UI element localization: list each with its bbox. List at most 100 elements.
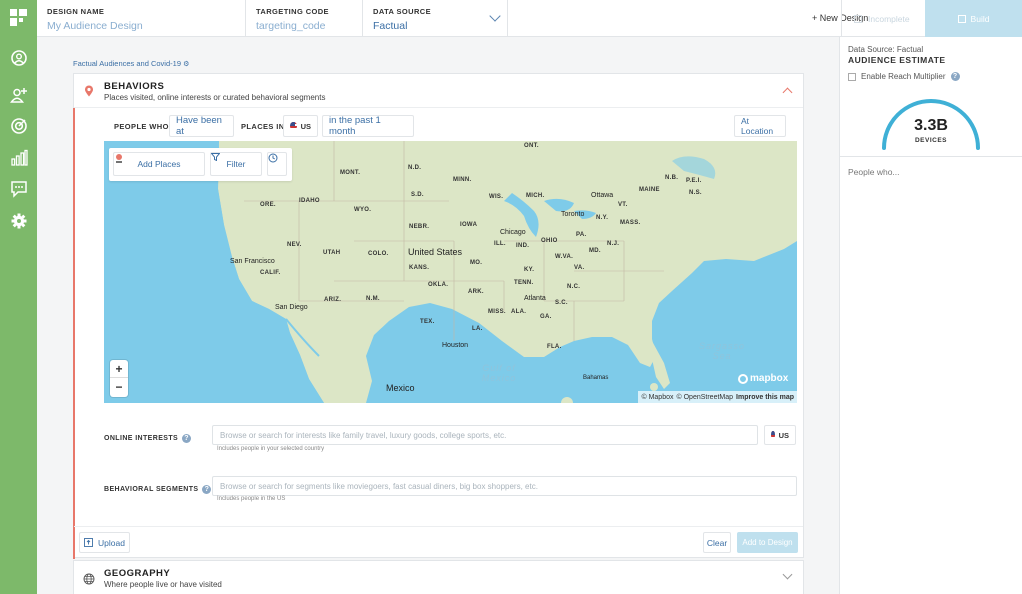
- breadcrumb-text[interactable]: Factual Audiences and Covid-19: [73, 59, 181, 68]
- map-label-pa: PA.: [576, 232, 587, 238]
- mapbox-logo[interactable]: mapbox: [738, 373, 788, 384]
- map-controls: Add Places Filter: [109, 148, 292, 181]
- data-source-value: Factual: [373, 20, 408, 32]
- chevron-up-icon[interactable]: [782, 87, 793, 98]
- map-label-mont: MONT.: [340, 170, 361, 176]
- chart-icon[interactable]: [9, 148, 28, 167]
- checkbox-icon: [854, 14, 862, 23]
- map-label-miss: MISS.: [488, 309, 506, 315]
- places-map[interactable]: ONT. MONT. N.D. MINN. WIS. MICH. S.D. WY…: [104, 141, 797, 403]
- clock-icon: [268, 153, 278, 163]
- map-sea-sargasso: Sargasso Sea: [698, 341, 746, 361]
- build-button[interactable]: Build: [925, 0, 1022, 37]
- help-icon[interactable]: ?: [950, 72, 960, 81]
- add-place-icon: [116, 154, 122, 163]
- attribution-mapbox-link[interactable]: © Mapbox: [641, 394, 673, 401]
- reach-multiplier-checkbox[interactable]: [848, 72, 856, 81]
- help-icon[interactable]: ?: [182, 434, 192, 443]
- map-attribution: © Mapbox © OpenStreetMap Improve this ma…: [638, 391, 797, 403]
- data-source-select[interactable]: DATA SOURCE Factual: [363, 0, 508, 37]
- logo-icon[interactable]: [10, 9, 27, 26]
- map-label-tex: TEX.: [420, 319, 435, 325]
- zoom-in-button[interactable]: +: [110, 360, 128, 378]
- geography-card[interactable]: GEOGRAPHY Where people live or have visi…: [73, 560, 804, 594]
- target-icon[interactable]: [9, 116, 28, 135]
- chevron-down-icon[interactable]: [782, 569, 793, 580]
- map-label-mo: MO.: [470, 260, 483, 266]
- map-label-kans: KANS.: [409, 265, 430, 271]
- us-flag-icon: [771, 431, 775, 439]
- add-user-icon[interactable]: [9, 85, 28, 104]
- map-label-mass: MASS.: [620, 220, 641, 226]
- map-city-san-francisco: San Francisco: [230, 258, 275, 265]
- targeting-code-label: TARGETING CODE: [256, 7, 329, 16]
- map-label-nebr: NEBR.: [409, 224, 430, 230]
- audience-icon[interactable]: [9, 48, 28, 67]
- targeting-code-value[interactable]: targeting_code: [256, 20, 352, 32]
- map-label-okla: OKLA.: [428, 282, 449, 288]
- online-interests-label: ONLINE INTERESTS ?: [104, 434, 192, 443]
- map-label-sc: S.C.: [555, 300, 568, 306]
- map-label-nj: N.J.: [607, 241, 620, 247]
- map-label-sd: S.D.: [411, 192, 424, 198]
- online-interests-country-select[interactable]: US: [764, 425, 796, 445]
- behavioral-segments-label: BEHAVIORAL SEGMENTS ?: [104, 485, 212, 494]
- behaviors-header[interactable]: BEHAVIORS Places visited, online interes…: [74, 74, 803, 108]
- map-label-pei: P.E.I.: [686, 178, 702, 184]
- breadcrumb[interactable]: Factual Audiences and Covid-19 ⚙: [73, 59, 189, 68]
- help-icon[interactable]: ?: [202, 485, 212, 494]
- chat-icon[interactable]: [9, 179, 28, 198]
- zoom-out-button[interactable]: −: [110, 378, 128, 396]
- map-label-utah: UTAH: [323, 250, 341, 256]
- clear-button[interactable]: Clear: [703, 532, 731, 553]
- map-label-ny: N.Y.: [596, 215, 609, 221]
- filter-button[interactable]: Filter: [210, 152, 262, 176]
- map-label-iowa: IOWA: [460, 222, 478, 228]
- top-bar: DESIGN NAME My Audience Design TARGETING…: [37, 0, 1022, 37]
- upload-button[interactable]: Upload: [79, 532, 130, 553]
- add-places-button[interactable]: Add Places: [113, 152, 205, 176]
- incomplete-status: Incomplete: [841, 0, 924, 37]
- map-label-ky: KY.: [524, 267, 535, 273]
- audience-estimate-title: AUDIENCE ESTIMATE: [848, 55, 946, 65]
- settings-small-icon[interactable]: ⚙: [183, 61, 189, 68]
- time-button[interactable]: [267, 152, 287, 176]
- behavioral-segments-input[interactable]: Browse or search for segments like movie…: [212, 476, 797, 496]
- behaviors-subtitle: Places visited, online interests or cura…: [104, 93, 326, 102]
- people-who-label: PEOPLE WHO: [114, 122, 169, 131]
- map-label-wis: WIS.: [489, 194, 504, 200]
- audience-estimate-panel: Data Source: Factual AUDIENCE ESTIMATE E…: [839, 37, 1022, 594]
- improve-map-link[interactable]: Improve this map: [736, 394, 794, 401]
- design-name-value[interactable]: My Audience Design: [47, 20, 235, 32]
- map-label-la: LA.: [472, 326, 483, 332]
- add-to-design-button[interactable]: Add to Design: [737, 532, 798, 553]
- map-label-ala: ALA.: [511, 309, 527, 315]
- map-label-nd: N.D.: [408, 165, 422, 171]
- map-label-tenn: TENN.: [514, 280, 534, 286]
- targeting-code-field[interactable]: TARGETING CODE targeting_code: [246, 0, 363, 37]
- map-label-colo: COLO.: [368, 251, 389, 257]
- map-label-va: VA.: [574, 265, 585, 271]
- places-in-country-select[interactable]: US: [283, 115, 318, 137]
- design-name-field[interactable]: DESIGN NAME My Audience Design: [37, 0, 246, 37]
- globe-icon: [83, 573, 95, 585]
- attribution-osm-link[interactable]: © OpenStreetMap: [677, 394, 734, 401]
- online-interests-label-text: ONLINE INTERESTS: [104, 435, 179, 442]
- design-name-label: DESIGN NAME: [47, 7, 105, 16]
- map-city-atlanta: Atlanta: [524, 295, 546, 302]
- map-label-ga: GA.: [540, 314, 552, 320]
- online-interests-input[interactable]: Browse or search for interests like fami…: [212, 425, 758, 445]
- map-label-bahamas: Bahamas: [583, 375, 609, 381]
- timeframe-select[interactable]: in the past 1 month: [322, 115, 414, 137]
- upload-icon: [84, 538, 93, 547]
- map-country-mexico: Mexico: [386, 383, 415, 393]
- map-label-ark: ARK.: [468, 289, 484, 295]
- gear-icon[interactable]: [9, 211, 28, 230]
- reach-multiplier-toggle[interactable]: Enable Reach Multiplier ?: [848, 72, 960, 81]
- at-location-button[interactable]: At Location: [734, 115, 786, 137]
- filter-icon: [211, 153, 220, 161]
- map-sea-gulf: Gulf of Mexico: [481, 363, 517, 383]
- people-who-select[interactable]: Have been at: [169, 115, 234, 137]
- online-interests-country: US: [778, 430, 789, 440]
- map-label-vt: VT.: [618, 202, 628, 208]
